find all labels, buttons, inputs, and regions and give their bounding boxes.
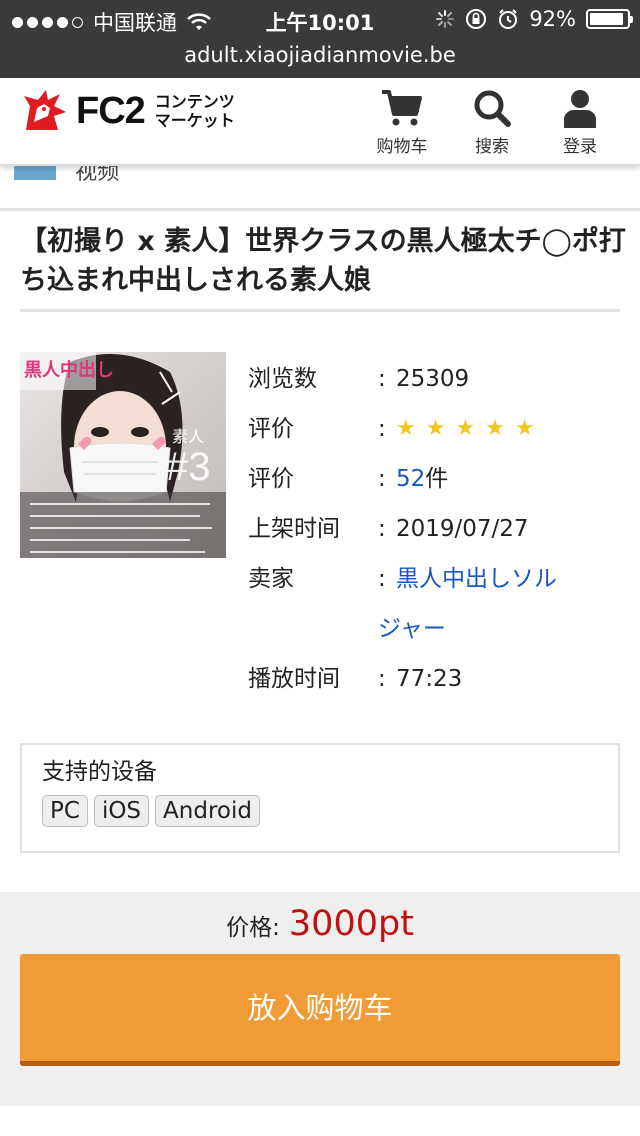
thumbnail-side-text: 素人 <box>172 427 204 446</box>
title-divider <box>20 309 620 312</box>
category-peek: 视频 <box>14 166 214 182</box>
user-icon <box>564 90 596 128</box>
reviews-unit: 件 <box>425 466 449 492</box>
reviews-row: 评价 : 52件 <box>248 458 628 508</box>
unicorn-logo-icon <box>24 90 66 130</box>
logo-subtitle-line2: マーケット <box>154 111 235 130</box>
product-thumbnail[interactable]: 黒人中出し 素人 #3 <box>20 352 226 558</box>
login-button[interactable]: 登录 <box>544 88 616 157</box>
views-value: 25309 <box>396 366 470 392</box>
device-chip-pc: PC <box>42 795 88 827</box>
search-button[interactable]: 搜索 <box>456 88 528 157</box>
thumbnail-image: 黒人中出し 素人 #3 <box>20 352 226 558</box>
seller-name-line2[interactable]: ジャー <box>378 608 446 650</box>
fc2-logo[interactable]: FC2 コンテンツ マーケット <box>20 86 235 136</box>
purchase-panel: 价格: 3000pt 放入购物车 <box>0 892 640 1106</box>
search-label: 搜索 <box>475 137 509 157</box>
date-row: 上架时间 : 2019/07/27 <box>248 508 628 558</box>
cart-button[interactable]: 购物车 <box>366 88 438 157</box>
url-bar[interactable]: adult.xiaojiadianmovie.be <box>0 40 640 78</box>
battery-fill <box>590 13 624 25</box>
category-label: 视频 <box>75 166 120 182</box>
devices-title: 支持的设备 <box>42 759 157 785</box>
add-to-cart-button[interactable]: 放入购物车 <box>20 954 620 1066</box>
supported-devices-box: 支持的设备 PC iOS Android <box>20 743 620 853</box>
logo-subtitle: コンテンツ マーケット <box>155 92 235 130</box>
duration-value: 77:23 <box>396 666 463 692</box>
logo-subtitle-line1: コンテンツ <box>154 92 235 111</box>
colon: : <box>378 466 386 492</box>
divider <box>0 208 640 211</box>
price-label: 价格: <box>226 915 280 941</box>
cart-label: 购物车 <box>376 137 428 157</box>
seller-label: 卖家 <box>248 566 294 592</box>
logo-text: FC2 <box>76 89 146 132</box>
loading-spinner-icon <box>436 10 455 28</box>
rating-label: 评价 <box>248 416 294 442</box>
views-row: 浏览数 : 25309 <box>248 358 628 408</box>
search-icon <box>474 90 511 127</box>
alarm-icon <box>499 9 518 29</box>
colon: : <box>378 416 386 442</box>
date-value: 2019/07/27 <box>396 516 529 542</box>
colon: : <box>378 516 386 542</box>
login-label: 登录 <box>563 137 597 157</box>
battery-icon <box>586 9 633 29</box>
price: 价格: 3000pt <box>0 904 640 944</box>
views-label: 浏览数 <box>248 366 317 392</box>
reviews-count-link[interactable]: 52 <box>396 466 425 492</box>
rotation-lock-icon <box>466 9 487 29</box>
site-header: FC2 コンテンツ マーケット 购物车 搜索 登录 <box>0 78 640 166</box>
reviews-label: 评价 <box>248 466 294 492</box>
date-label: 上架时间 <box>248 516 340 542</box>
video-icon <box>14 166 56 180</box>
device-chip-android: Android <box>155 795 260 827</box>
duration-row: 播放时间 : 77:23 <box>248 658 628 708</box>
device-chip-ios: iOS <box>93 795 150 827</box>
seller-link[interactable]: 黒人中出しソル <box>396 554 628 604</box>
rating-stars-icon: ★★★★★ <box>396 416 545 441</box>
colon: : <box>378 666 386 692</box>
status-bar: 中国联通 上午10:01 92% <box>0 0 640 40</box>
shopping-cart-icon <box>382 90 422 126</box>
seller-name-line1: 黒人中出しソル <box>396 566 557 592</box>
duration-label: 播放时间 <box>248 666 340 692</box>
colon: : <box>378 566 386 592</box>
seller-continuation: ジャー <box>248 608 628 658</box>
product-info: 浏览数 : 25309 评价 : ★★★★★ 评价 : 52件 上架时间 : 2… <box>248 358 628 708</box>
thumbnail-title: 黒人中出し <box>24 359 114 381</box>
page-bottom <box>0 1106 640 1136</box>
colon: : <box>378 366 386 392</box>
rating-row: 评价 : ★★★★★ <box>248 408 628 458</box>
price-value: 3000pt <box>288 904 414 944</box>
thumbnail-number: #3 <box>166 445 211 489</box>
device-chips: PC iOS Android <box>42 795 598 827</box>
battery-percent: 92% <box>529 7 576 31</box>
product-title: 【初撮り x 素人】世界クラスの黒人極太チ◯ポ打ち込まれ中出しされる素人娘 <box>20 226 626 296</box>
